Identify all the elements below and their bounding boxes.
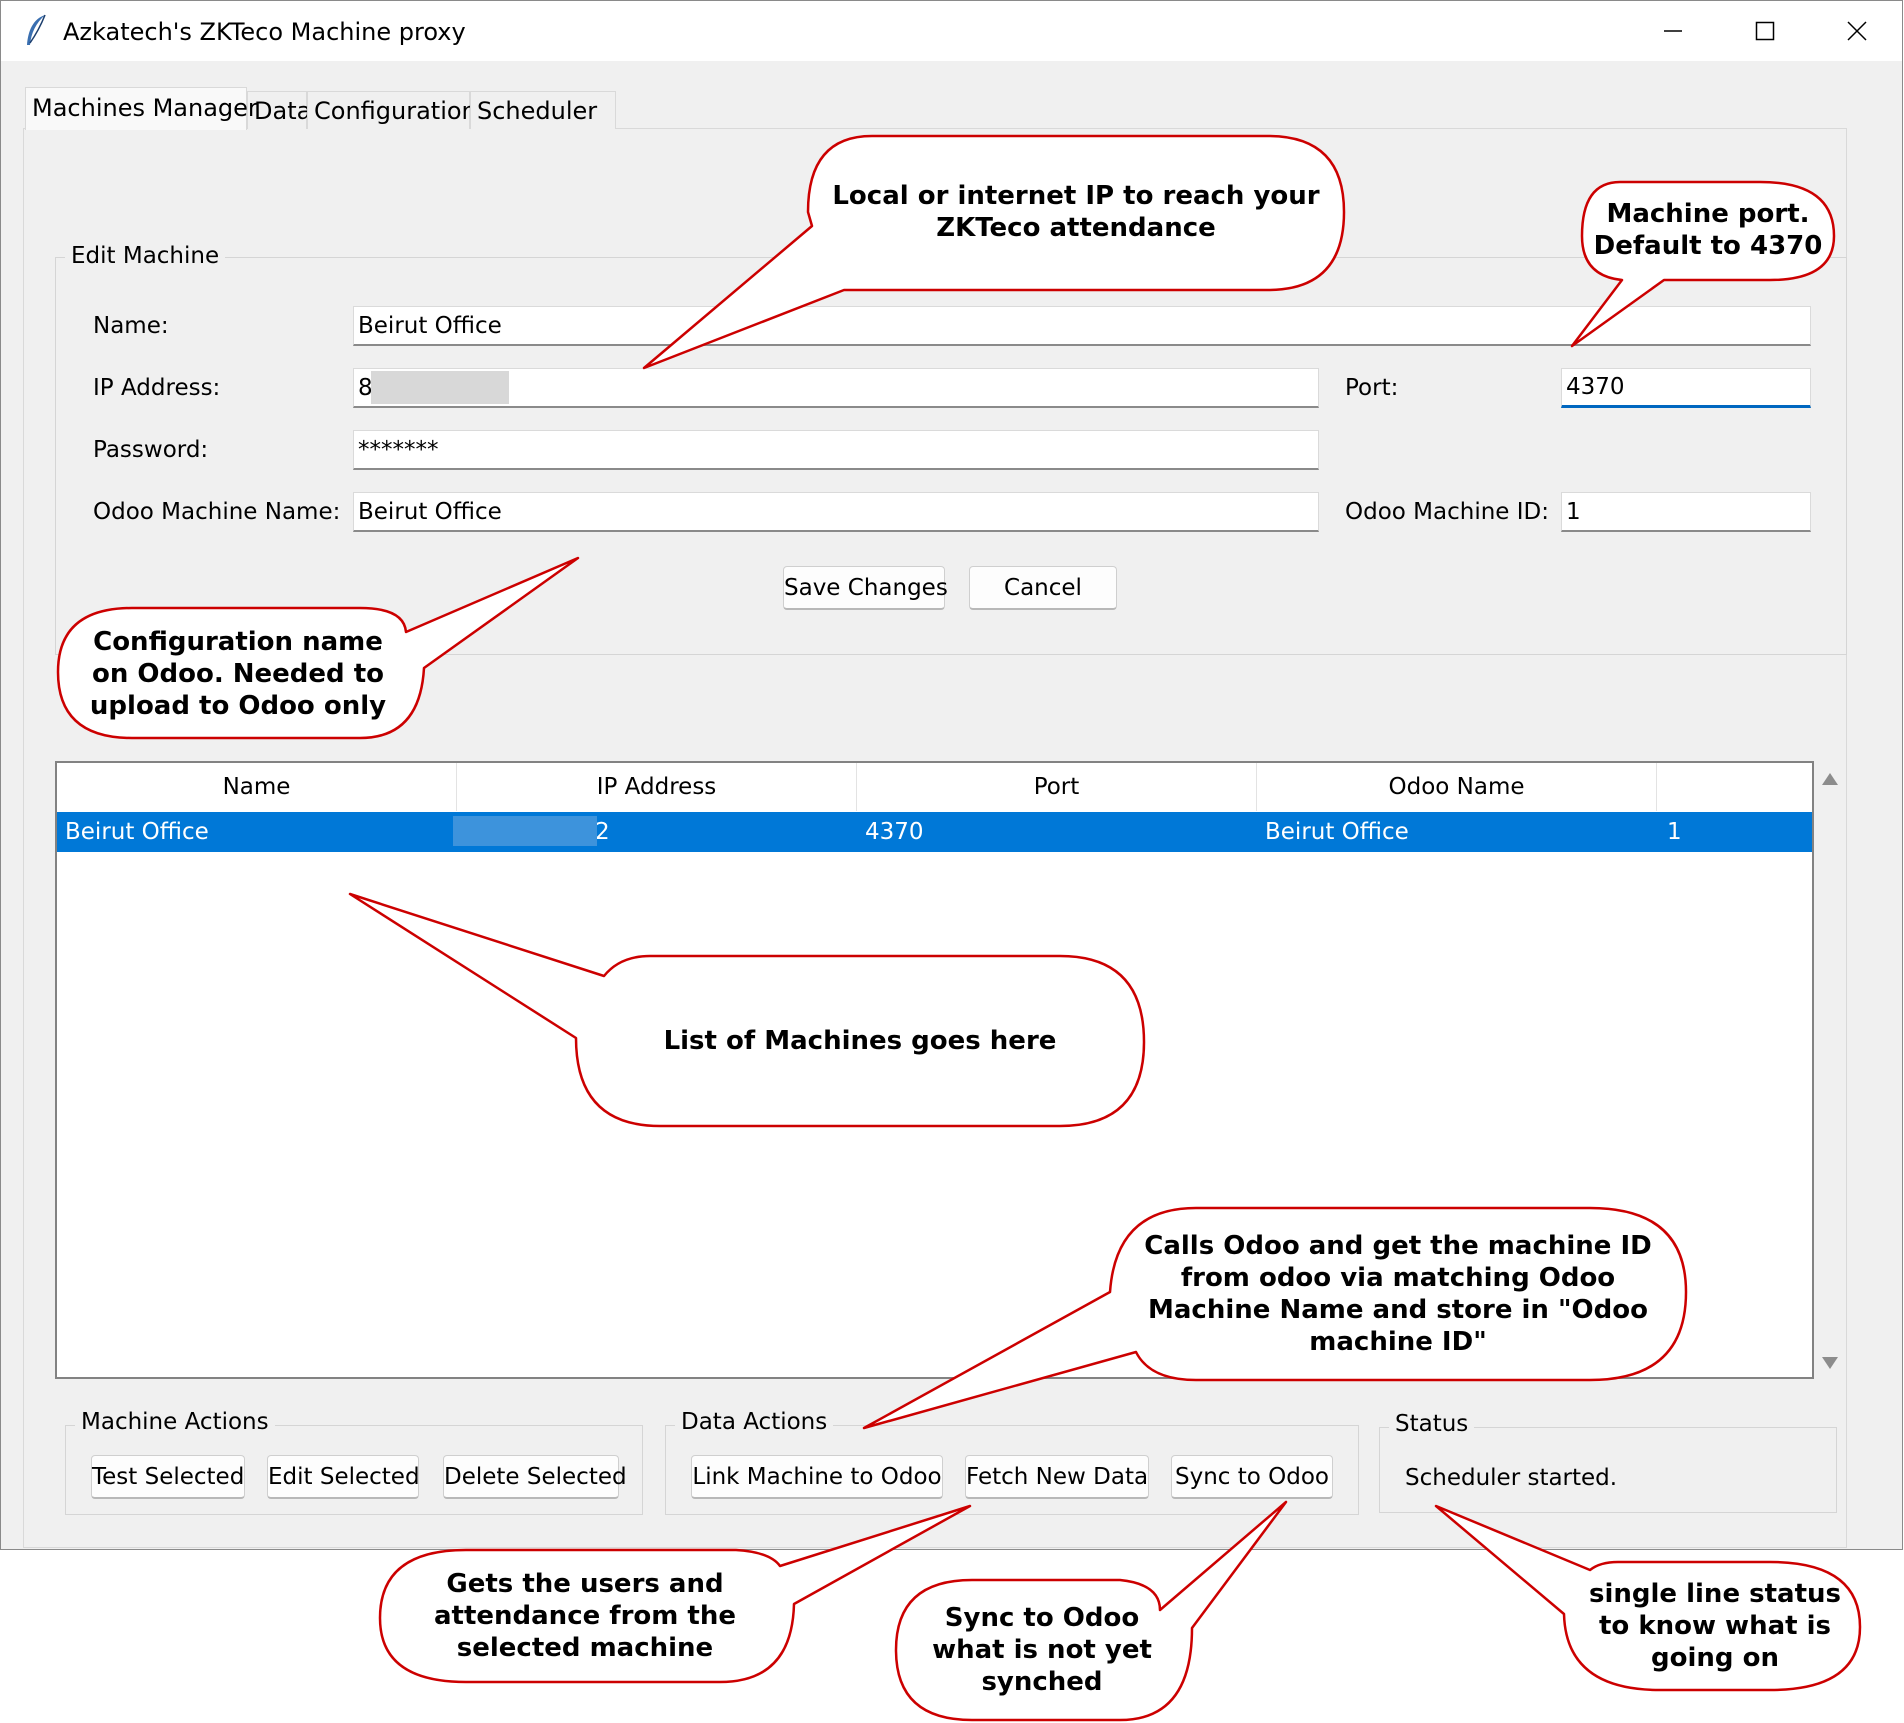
- callout-port-text: Machine port. Default to 4370: [1593, 199, 1823, 261]
- cell-name: Beirut Office: [65, 819, 209, 845]
- callout-odoo-name-text: Configuration name on Odoo. Needed to up…: [89, 627, 387, 721]
- redacted-ip-blur: [371, 371, 509, 404]
- password-input[interactable]: [353, 430, 1319, 470]
- status-text: Scheduler started.: [1405, 1465, 1618, 1491]
- link-machine-to-odoo-button[interactable]: Link Machine to Odoo: [691, 1455, 943, 1499]
- machine-actions-group-label: Machine Actions: [75, 1409, 275, 1435]
- odoo-machine-id-input[interactable]: [1561, 492, 1811, 532]
- feather-icon: [27, 14, 46, 45]
- table-row[interactable]: Beirut Office 2 4370 Beirut Office 1: [57, 812, 1812, 852]
- column-header-port[interactable]: Port: [857, 763, 1257, 811]
- callout-list-text: List of Machines goes here: [663, 1026, 1057, 1056]
- cancel-button[interactable]: Cancel: [969, 566, 1117, 610]
- callout-ip-text: Local or internet IP to reach your ZKTec…: [832, 181, 1320, 243]
- cell-port: 4370: [865, 819, 924, 845]
- minimize-button[interactable]: [1627, 1, 1719, 61]
- callout-status-text: single line status to know what is going…: [1589, 1579, 1841, 1673]
- table-header: Name IP Address Port Odoo Name: [57, 763, 1812, 811]
- ip-address-label: IP Address:: [93, 375, 221, 401]
- data-actions-group-label: Data Actions: [675, 1409, 834, 1435]
- close-button[interactable]: [1811, 1, 1903, 61]
- tab-machines-manager[interactable]: Machines Manager: [25, 87, 258, 130]
- scroll-down-icon[interactable]: [1821, 1356, 1839, 1370]
- odoo-machine-name-label: Odoo Machine Name:: [93, 499, 341, 525]
- port-label: Port:: [1345, 375, 1399, 401]
- edit-machine-group-label: Edit Machine: [65, 243, 226, 269]
- tab-scheduler[interactable]: Scheduler: [470, 91, 616, 129]
- column-header-ip-address[interactable]: IP Address: [457, 763, 857, 811]
- password-label: Password:: [93, 437, 209, 463]
- name-label: Name:: [93, 313, 169, 339]
- cell-odoo-id: 1: [1667, 819, 1682, 845]
- maximize-button[interactable]: [1719, 1, 1811, 61]
- callout-fetch-text: Gets the users and attendance from the s…: [433, 1569, 737, 1663]
- status-group-label: Status: [1389, 1411, 1475, 1437]
- delete-selected-button[interactable]: Delete Selected: [443, 1455, 627, 1499]
- tab-configuration[interactable]: Configuration: [307, 91, 477, 129]
- column-header-odoo-id[interactable]: [1657, 763, 1812, 811]
- cell-ip-address: 2: [595, 819, 610, 845]
- cell-odoo-name: Beirut Office: [1265, 819, 1409, 845]
- odoo-machine-name-input[interactable]: [353, 492, 1319, 532]
- port-input[interactable]: [1561, 368, 1811, 408]
- odoo-machine-id-label: Odoo Machine ID:: [1345, 499, 1549, 525]
- fetch-new-data-button[interactable]: Fetch New Data: [965, 1455, 1149, 1499]
- test-selected-button[interactable]: Test Selected: [91, 1455, 245, 1499]
- name-input[interactable]: [353, 306, 1811, 346]
- minimize-icon: [1664, 30, 1682, 32]
- column-header-odoo-name[interactable]: Odoo Name: [1257, 763, 1657, 811]
- window-title: Azkatech's ZKTeco Machine proxy: [63, 18, 466, 46]
- save-changes-button[interactable]: Save Changes: [783, 566, 948, 610]
- edit-selected-button[interactable]: Edit Selected: [267, 1455, 420, 1499]
- sync-to-odoo-button[interactable]: Sync to Odoo: [1171, 1455, 1333, 1499]
- callout-sync-text: Sync to Odoo what is not yet synched: [932, 1603, 1152, 1697]
- scroll-up-icon[interactable]: [1821, 772, 1839, 786]
- close-icon: [1847, 21, 1867, 41]
- title-bar: Azkatech's ZKTeco Machine proxy: [1, 1, 1902, 61]
- column-header-name[interactable]: Name: [57, 763, 457, 811]
- redacted-ip-blur: [453, 816, 597, 846]
- maximize-icon: [1755, 21, 1775, 41]
- callout-link-text: Calls Odoo and get the machine ID from o…: [1144, 1231, 1652, 1357]
